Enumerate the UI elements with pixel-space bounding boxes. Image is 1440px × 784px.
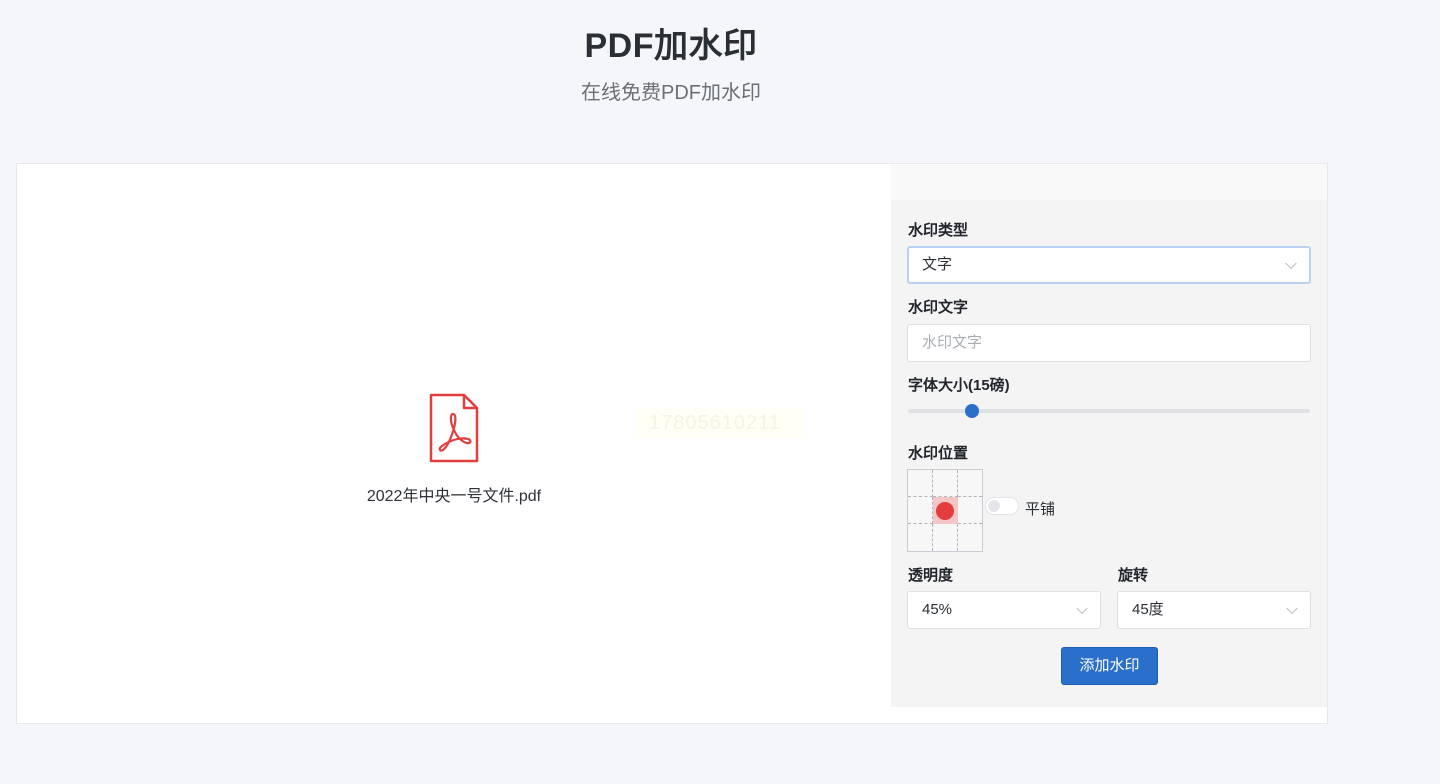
watermark-type-value: 文字	[922, 256, 953, 273]
watermark-preview: 17805610211	[635, 408, 805, 438]
font-size-label: 字体大小(15磅)	[908, 377, 1010, 394]
watermark-text-label: 水印文字	[908, 299, 969, 316]
chevron-down-icon	[1076, 602, 1088, 615]
file-name: 2022年中央一号文件.pdf	[366, 488, 542, 505]
position-cell[interactable]	[933, 470, 958, 497]
position-cell-selected[interactable]	[933, 497, 958, 524]
position-cell[interactable]	[958, 470, 982, 497]
opacity-label: 透明度	[908, 567, 954, 584]
uploaded-file[interactable]: 2022年中央一号文件.pdf	[337, 392, 571, 506]
rotation-value: 45度	[1132, 601, 1164, 618]
chevron-down-icon	[1285, 257, 1297, 270]
opacity-select[interactable]: 45%	[907, 591, 1101, 629]
position-cell[interactable]	[908, 470, 933, 497]
tile-toggle[interactable]	[985, 497, 1019, 515]
settings-panel: 水印类型 文字 水印文字 水印文字 字体大小(15磅) 水印位置 平铺 透明度 …	[891, 200, 1327, 707]
rotation-label: 旋转	[1118, 567, 1149, 584]
position-grid[interactable]	[907, 469, 983, 552]
tile-toggle-knob	[988, 500, 1000, 512]
position-marker-icon	[936, 502, 954, 520]
position-cell[interactable]	[908, 524, 933, 551]
position-cell[interactable]	[958, 497, 982, 524]
position-cell[interactable]	[958, 524, 982, 551]
position-label: 水印位置	[908, 445, 969, 462]
tile-label: 平铺	[1025, 501, 1056, 518]
add-watermark-button[interactable]: 添加水印	[1061, 647, 1158, 685]
watermark-text-placeholder: 水印文字	[922, 334, 983, 351]
main-card: 2022年中央一号文件.pdf 17805610211 水印类型 文字 水印文字…	[16, 163, 1328, 724]
page-subtitle: 在线免费PDF加水印	[581, 82, 761, 104]
font-size-slider[interactable]	[908, 404, 1310, 418]
position-cell[interactable]	[908, 497, 933, 524]
position-cell[interactable]	[933, 524, 958, 551]
opacity-value: 45%	[922, 601, 953, 618]
watermark-text-input[interactable]: 水印文字	[907, 324, 1311, 362]
font-size-slider-thumb[interactable]	[965, 404, 980, 418]
settings-panel-header	[891, 164, 1327, 200]
rotation-select[interactable]: 45度	[1117, 591, 1311, 629]
page-title: PDF加水印	[584, 27, 758, 65]
watermark-type-label: 水印类型	[908, 222, 969, 239]
watermark-type-select[interactable]: 文字	[907, 246, 1311, 284]
file-preview-area: 2022年中央一号文件.pdf 17805610211	[17, 164, 891, 723]
pdf-file-icon	[429, 393, 479, 463]
chevron-down-icon	[1286, 602, 1298, 615]
